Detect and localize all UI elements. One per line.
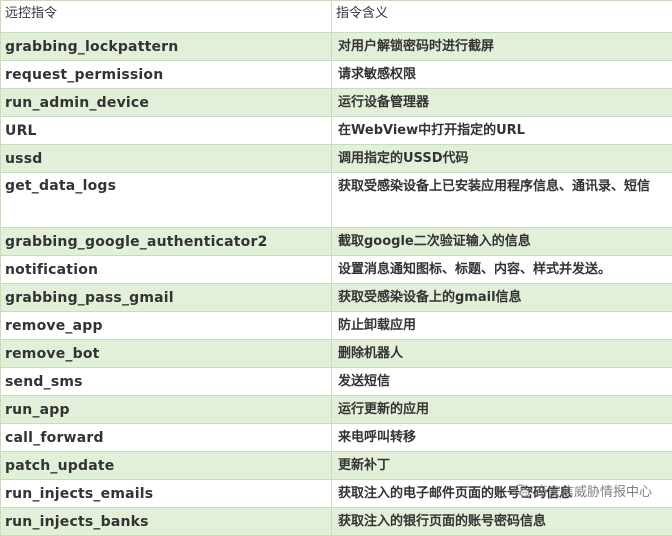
- command-cell: run_admin_device: [1, 89, 332, 117]
- table-row: patch_update 更新补丁: [1, 452, 672, 480]
- table-row: notification 设置消息通知图标、标题、内容、样式并发送。: [1, 256, 672, 284]
- command-cell: grabbing_pass_gmail: [1, 284, 332, 312]
- command-cell: run_app: [1, 396, 332, 424]
- table-row: grabbing_lockpattern 对用户解锁密码时进行截屏: [1, 33, 672, 61]
- command-cell: remove_app: [1, 312, 332, 340]
- command-cell: patch_update: [1, 452, 332, 480]
- command-cell: send_sms: [1, 368, 332, 396]
- meaning-cell: 删除机器人: [332, 340, 672, 368]
- command-cell: get_data_logs: [1, 173, 332, 228]
- command-cell: notification: [1, 256, 332, 284]
- command-cell: grabbing_lockpattern: [1, 33, 332, 61]
- table-header-row: 远控指令 指令含义: [1, 1, 672, 33]
- command-cell: ussd: [1, 145, 332, 173]
- table-row: get_data_logs 获取受感染设备上已安装应用程序信息、通讯录、短信: [1, 173, 672, 228]
- meaning-cell: 更新补丁: [332, 452, 672, 480]
- meaning-cell: 设置消息通知图标、标题、内容、样式并发送。: [332, 256, 672, 284]
- meaning-cell: 调用指定的USSD代码: [332, 145, 672, 173]
- meaning-cell: 对用户解锁密码时进行截屏: [332, 33, 672, 61]
- command-cell: remove_bot: [1, 340, 332, 368]
- table-row: remove_app 防止卸载应用: [1, 312, 672, 340]
- table-row: call_forward 来电呼叫转移: [1, 424, 672, 452]
- meaning-cell: 来电呼叫转移: [332, 424, 672, 452]
- meaning-cell: 防止卸载应用: [332, 312, 672, 340]
- meaning-cell: 获取受感染设备上的gmail信息: [332, 284, 672, 312]
- meaning-cell: 运行设备管理器: [332, 89, 672, 117]
- meaning-cell: 获取受感染设备上已安装应用程序信息、通讯录、短信: [332, 173, 672, 228]
- table-row: request_permission 请求敏感权限: [1, 61, 672, 89]
- meaning-cell: 运行更新的应用: [332, 396, 672, 424]
- table-row: URL 在WebView中打开指定的URL: [1, 117, 672, 145]
- header-meaning: 指令含义: [332, 1, 672, 33]
- command-cell: run_injects_banks: [1, 508, 332, 536]
- command-cell: URL: [1, 117, 332, 145]
- meaning-cell: 在WebView中打开指定的URL: [332, 117, 672, 145]
- meaning-cell: 获取注入的银行页面的账号密码信息: [332, 508, 672, 536]
- meaning-cell: 发送短信: [332, 368, 672, 396]
- table-row: send_sms 发送短信: [1, 368, 672, 396]
- command-cell: request_permission: [1, 61, 332, 89]
- table-row: remove_bot 删除机器人: [1, 340, 672, 368]
- table-row: ussd 调用指定的USSD代码: [1, 145, 672, 173]
- table-row: run_app 运行更新的应用: [1, 396, 672, 424]
- watermark: 奇安信威胁情报中心: [513, 481, 652, 500]
- command-cell: call_forward: [1, 424, 332, 452]
- table-row: run_injects_banks 获取注入的银行页面的账号密码信息: [1, 508, 672, 536]
- watermark-text: 奇安信威胁情报中心: [535, 481, 652, 500]
- meaning-cell: 截取google二次验证输入的信息: [332, 228, 672, 256]
- wechat-icon: [513, 482, 531, 500]
- table-row: grabbing_google_authenticator2 截取google二…: [1, 228, 672, 256]
- table-row: run_admin_device 运行设备管理器: [1, 89, 672, 117]
- header-command: 远控指令: [1, 1, 332, 33]
- table-row: grabbing_pass_gmail 获取受感染设备上的gmail信息: [1, 284, 672, 312]
- meaning-cell: 请求敏感权限: [332, 61, 672, 89]
- command-cell: run_injects_emails: [1, 480, 332, 508]
- command-table: 远控指令 指令含义 grabbing_lockpattern 对用户解锁密码时进…: [0, 0, 672, 536]
- command-cell: grabbing_google_authenticator2: [1, 228, 332, 256]
